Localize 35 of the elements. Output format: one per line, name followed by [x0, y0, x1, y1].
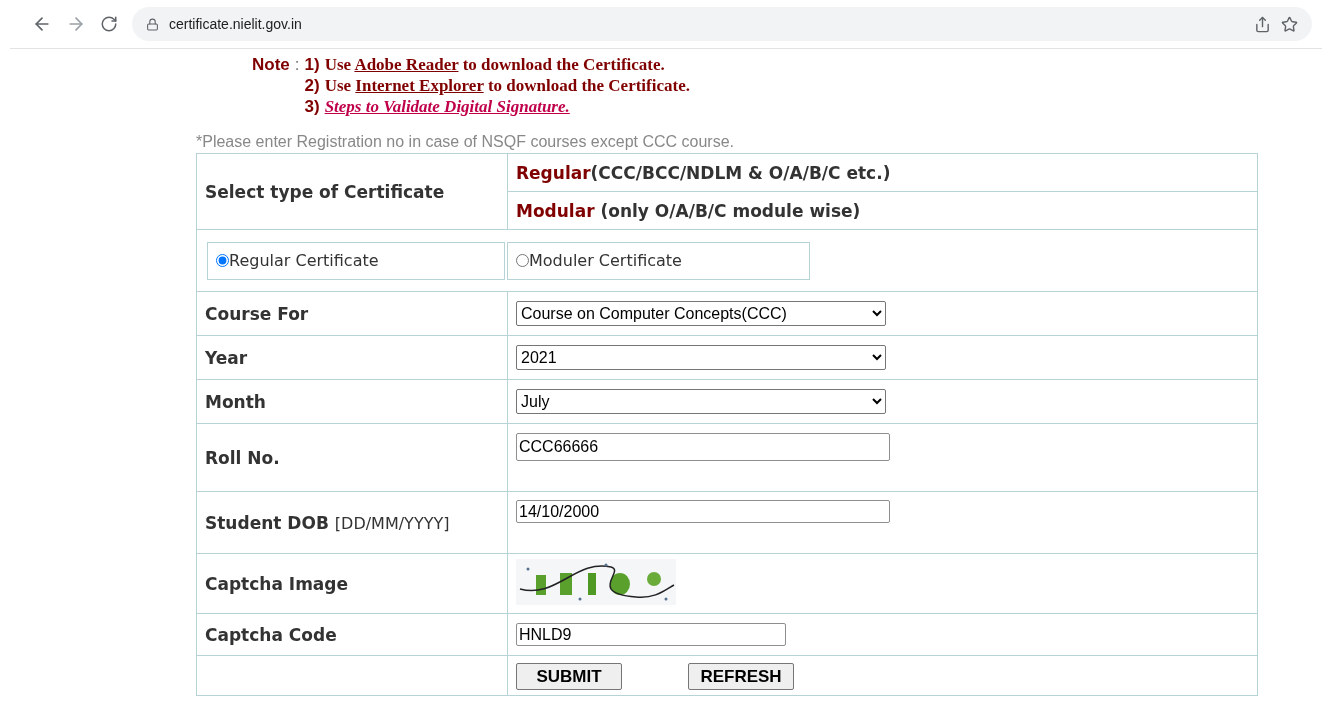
form-label: Course For [205, 303, 309, 324]
dropdown[interactable]: 2021 [516, 345, 886, 370]
note-line: 3) Steps to Validate Digital Signature. [304, 97, 571, 117]
share-icon[interactable] [1254, 15, 1271, 33]
note-link[interactable]: Adobe Reader [354, 55, 459, 74]
form-label: Captcha Image [205, 573, 349, 594]
note-line: 2) Use Internet Explorer to download the Certificate. [304, 76, 691, 96]
form-label: Select type of Certificate [205, 181, 445, 202]
url-text: certificate.nielit.gov.in [169, 16, 303, 32]
form-label: Year [205, 347, 248, 368]
form-label: Captcha Code [205, 624, 337, 645]
input-field[interactable]: HNLD9 [516, 623, 786, 646]
note-link[interactable]: Internet Explorer [355, 76, 484, 95]
reload-icon[interactable] [100, 15, 118, 33]
form-button[interactable]: REFRESH [688, 663, 794, 690]
dropdown[interactable]: Course on Computer Concepts(CCC) [516, 301, 886, 326]
form-label: Student DOB [205, 512, 329, 533]
radio-button[interactable] [516, 254, 529, 267]
certificate-option: Modular (only O/A/B/C module wise) [516, 200, 861, 221]
form-label: Roll No. [205, 447, 280, 468]
hint-text: *Please enter Registration no in case of NSQF courses except CCC course. [196, 133, 736, 151]
certificate-option: Regular(CCC/BCC/NDLM & O/A/B/C etc.) [516, 162, 891, 183]
star-icon[interactable] [1281, 15, 1298, 33]
dropdown[interactable]: July [516, 389, 886, 414]
note-label: Note : [252, 55, 301, 74]
form-button[interactable]: SUBMIT [516, 663, 622, 690]
address-bar[interactable]: certificate.nielit.gov.in [132, 7, 1312, 41]
lock-icon [146, 17, 159, 31]
input-field[interactable]: CCC66666 [516, 433, 890, 461]
form-label: Month [205, 391, 266, 412]
format-hint: [DD/MM/YYYY] [334, 513, 450, 533]
radio-button[interactable] [216, 254, 229, 267]
note-line: 1) Use Adobe Reader to download the Certificate. [304, 55, 666, 75]
note-link[interactable]: Steps to Validate Digital Signature. [324, 97, 570, 116]
input-field[interactable]: 14/10/2000 [516, 500, 890, 523]
